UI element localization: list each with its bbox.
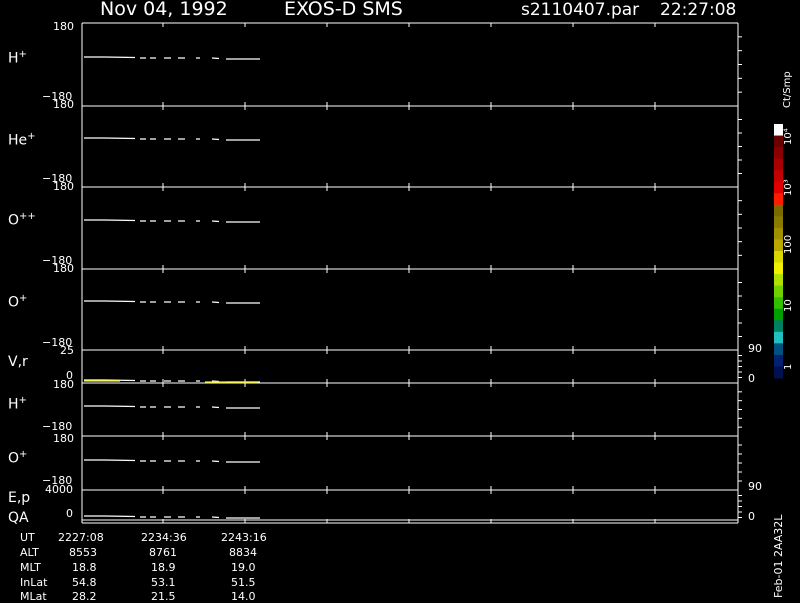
eph-value: 18.9 (151, 561, 176, 574)
right-tick-top: 90 (748, 342, 762, 355)
eph-label-mlt: MLT (20, 561, 41, 574)
eph-label-alt: ALT (20, 546, 39, 559)
colorbar-swatch (774, 320, 783, 333)
eph-value: 53.1 (151, 576, 176, 589)
right-tick-bottom: 0 (748, 510, 755, 523)
data-trace (84, 137, 260, 141)
eph-value: 2243:16 (221, 531, 267, 544)
colorbar-swatch (774, 331, 783, 344)
colorbar-swatch (774, 181, 783, 194)
colorbar-swatch (774, 354, 783, 367)
footer-id: Feb-01 2AA32L (772, 514, 785, 598)
eph-label-ut: UT (20, 531, 35, 544)
colorbar-swatch (774, 343, 783, 356)
panel-label-h-plus: H+ (8, 49, 27, 67)
colorbar-title: Ct/Smp (782, 71, 793, 108)
eph-value: 21.5 (151, 590, 176, 603)
eph-value: 18.8 (72, 561, 97, 574)
colorbar-swatch (774, 308, 783, 321)
eph-value: 2234:36 (141, 531, 187, 544)
eph-value: 54.8 (72, 576, 97, 589)
y-tick-top: 180 (53, 378, 74, 391)
y-tick-top: 180 (53, 20, 74, 33)
y-tick-bottom: 0 (66, 507, 73, 520)
eph-label-inlat: InLat (20, 576, 48, 589)
colorbar-label: 10³ (783, 179, 794, 196)
data-trace (84, 459, 260, 463)
colorbar-swatch (774, 135, 783, 148)
eph-value: 2227:08 (58, 531, 104, 544)
eph-value: 51.5 (231, 576, 256, 589)
colorbar-swatch (774, 262, 783, 275)
panel-label-he-plus: He+ (8, 131, 36, 149)
data-trace (84, 56, 260, 60)
eph-value: 28.2 (72, 590, 97, 603)
colorbar-swatch (774, 193, 783, 206)
colorbar-swatch (774, 227, 783, 240)
eph-value: 19.0 (231, 561, 256, 574)
colorbar-label: 1 (783, 363, 794, 370)
y-tick-top: 4000 (45, 483, 73, 496)
colorbar-swatch (774, 239, 783, 252)
panel-label-o-plus-plus: O++ (8, 211, 36, 229)
eph-value: 8834 (229, 546, 257, 559)
data-trace (84, 405, 260, 409)
panel-label-h-plus-2: H+ (8, 395, 27, 413)
colorbar-swatch (774, 216, 783, 229)
panel-label-o-plus: O+ (8, 293, 28, 311)
y-tick-top: 25 (60, 344, 74, 357)
colorbar-swatch (774, 158, 783, 171)
colorbar-swatch (774, 170, 783, 183)
colorbar-label: 10⁴ (783, 128, 794, 145)
colorbar-swatch (774, 124, 783, 137)
data-trace (84, 515, 260, 519)
right-tick-top: 90 (748, 480, 762, 493)
spectrogram-plot (81, 22, 783, 524)
eph-value: 8761 (149, 546, 177, 559)
panel-label-o-plus-2: O+ (8, 449, 28, 467)
right-tick-bottom: 0 (748, 372, 755, 385)
data-trace (84, 219, 260, 223)
colorbar-swatch (774, 251, 783, 264)
colorbar-swatch (774, 297, 783, 310)
colorbar-label: 10 (783, 299, 794, 312)
colorbar-swatch (774, 274, 783, 287)
panel-label-vr: V,r (8, 354, 28, 370)
colorbar-label: 100 (783, 234, 794, 254)
panel-label-qa: QA (8, 510, 29, 526)
y-tick-top: 180 (53, 432, 74, 445)
y-tick-top: 180 (53, 262, 74, 275)
colorbar-swatch (774, 366, 783, 379)
eph-value: 14.0 (231, 590, 256, 603)
data-trace (84, 300, 260, 304)
y-tick-top: 180 (53, 98, 74, 111)
colorbar-swatch (774, 204, 783, 217)
panel-label-ep: E,p (8, 490, 31, 506)
colorbar-swatch (774, 285, 783, 298)
eph-value: 8553 (69, 546, 97, 559)
eph-label-mlat: MLat (20, 590, 47, 603)
y-tick-top: 180 (53, 180, 74, 193)
colorbar-swatch (774, 147, 783, 160)
